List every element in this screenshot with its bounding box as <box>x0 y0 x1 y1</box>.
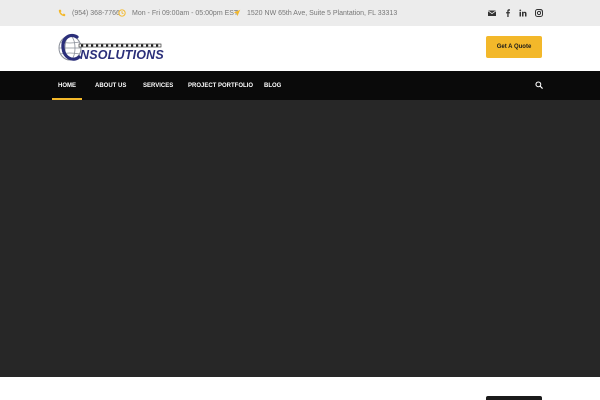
business-hours: Mon - Fri 09:00am - 05:00pm EST <box>132 9 239 17</box>
get-a-quote-button[interactable]: Get A Quote <box>486 36 542 58</box>
company-logo[interactable]: NSOLUTIONS <box>57 31 165 67</box>
phone-icon <box>58 9 66 17</box>
phone-number: (954) 368-7766 <box>72 9 120 17</box>
clock-icon <box>118 9 126 17</box>
linkedin-icon[interactable] <box>518 8 528 18</box>
hero-slider[interactable] <box>0 100 600 377</box>
address-info: 1520 NW 65th Ave, Suite 5 Plantation, FL… <box>233 0 397 26</box>
nav-item-home[interactable]: HOME <box>58 71 76 100</box>
top-info-bar: (954) 368-7766 Mon - Fri 09:00am - 05:00… <box>0 0 600 26</box>
nav-item-blog[interactable]: BLOG <box>264 71 281 100</box>
site-header: NSOLUTIONS Get A Quote <box>0 26 600 71</box>
hours-info: Mon - Fri 09:00am - 05:00pm EST <box>118 0 238 26</box>
facebook-icon[interactable] <box>503 8 513 18</box>
envelope-icon[interactable] <box>487 8 497 18</box>
location-arrow-icon <box>233 9 241 17</box>
logo-wordmark: NSOLUTIONS <box>80 48 164 62</box>
nav-item-project-portfolio[interactable]: PROJECT PORTFOLIO <box>188 71 253 100</box>
dark-button-edge[interactable] <box>486 396 542 400</box>
street-address: 1520 NW 65th Ave, Suite 5 Plantation, FL… <box>247 9 398 17</box>
main-nav: HOME ABOUT US SERVICES PROJECT PORTFOLIO… <box>0 71 600 100</box>
nav-item-about-us[interactable]: ABOUT US <box>95 71 126 100</box>
phone-info[interactable]: (954) 368-7766 <box>58 0 120 26</box>
instagram-icon[interactable] <box>534 8 544 18</box>
nav-item-services[interactable]: SERVICES <box>143 71 173 100</box>
search-icon[interactable] <box>535 81 543 89</box>
